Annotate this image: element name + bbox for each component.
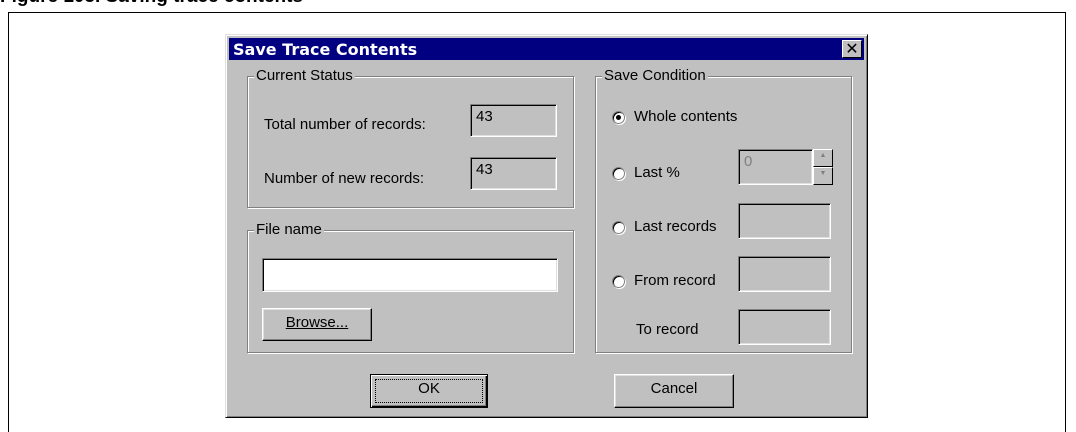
figure-caption: Figure 105. Saving trace contents (0, 0, 303, 8)
save-condition-label: Save Condition (602, 67, 708, 85)
to-record-label: To record (636, 321, 699, 338)
current-status-label: Current Status (254, 67, 355, 85)
last-records-label[interactable]: Last records (634, 218, 717, 235)
ok-button-label: OK (418, 380, 440, 397)
close-icon[interactable]: ✕ (842, 40, 862, 58)
new-records-field: 43 (470, 157, 557, 190)
last-records-field (738, 203, 831, 239)
to-record-field (738, 309, 831, 345)
last-percent-label[interactable]: Last % (634, 164, 680, 181)
from-record-field (738, 256, 831, 292)
save-condition-group: Save Condition Whole contents Last % 0 ▲… (595, 67, 852, 353)
radio-last-percent[interactable] (612, 167, 625, 180)
cancel-button-label: Cancel (650, 380, 698, 397)
dialog-title: Save Trace Contents (233, 40, 418, 59)
total-records-label: Total number of records: (264, 116, 426, 133)
save-trace-dialog: Save Trace Contents ✕ Current Status Tot… (225, 34, 868, 418)
last-percent-field: 0 (738, 149, 813, 185)
radio-selected-dot (616, 115, 621, 120)
browse-button[interactable]: Browse... (262, 308, 372, 341)
current-status-group: Current Status Total number of records: … (247, 67, 574, 208)
file-name-group: File name Browse... (247, 221, 574, 353)
radio-last-records[interactable] (612, 221, 625, 234)
browse-button-label: Browse... (285, 314, 349, 331)
ok-button[interactable]: OK (370, 374, 488, 408)
radio-from-record[interactable] (612, 275, 625, 288)
radio-whole-contents[interactable] (612, 111, 625, 124)
new-records-label: Number of new records: (264, 170, 425, 187)
total-records-field: 43 (470, 104, 557, 137)
whole-contents-label[interactable]: Whole contents (634, 108, 737, 125)
spin-down-icon: ▼ (813, 167, 833, 185)
file-name-input[interactable] (262, 258, 558, 292)
from-record-label[interactable]: From record (634, 272, 716, 289)
file-name-label: File name (254, 221, 324, 239)
dialog-titlebar[interactable]: Save Trace Contents ✕ (229, 38, 864, 60)
spin-up-icon: ▲ (813, 149, 833, 167)
cancel-button[interactable]: Cancel (614, 374, 734, 408)
